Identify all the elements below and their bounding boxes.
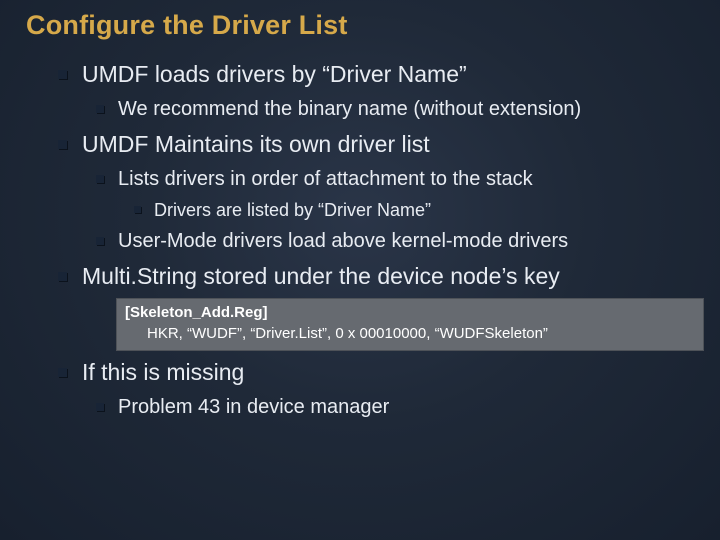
bullet-l1: UMDF loads drivers by “Driver Name” We r…: [24, 59, 696, 123]
bullet-text: We recommend the binary name (without ex…: [118, 98, 581, 120]
bullet-text: If this is missing: [82, 359, 244, 385]
bullet-l1: Multi.String stored under the device nod…: [24, 261, 696, 351]
bullet-l1: If this is missing Problem 43 in device …: [24, 357, 696, 421]
bullet-list: UMDF loads drivers by “Driver Name” We r…: [24, 59, 696, 421]
bullet-text: User-Mode drivers load above kernel-mode…: [118, 230, 568, 252]
bullet-text: Problem 43 in device manager: [118, 396, 389, 418]
code-line: [Skeleton_Add.Reg]: [125, 303, 695, 323]
bullet-l3: Drivers are listed by “Driver Name”: [118, 198, 696, 222]
bullet-l2: Problem 43 in device manager: [82, 394, 696, 421]
code-line: HKR, “WUDF”, “Driver.List”, 0 x 00010000…: [125, 324, 695, 344]
bullet-text: Multi.String stored under the device nod…: [82, 263, 560, 289]
bullet-l2: Lists drivers in order of attachment to …: [82, 166, 696, 222]
code-box: [Skeleton_Add.Reg] HKR, “WUDF”, “Driver.…: [116, 298, 704, 351]
slide-title: Configure the Driver List: [26, 10, 696, 41]
bullet-text: UMDF loads drivers by “Driver Name”: [82, 61, 467, 87]
bullet-text: UMDF Maintains its own driver list: [82, 131, 430, 157]
bullet-text: Drivers are listed by “Driver Name”: [154, 200, 431, 220]
slide: Configure the Driver List UMDF loads dri…: [0, 0, 720, 451]
bullet-l2: We recommend the binary name (without ex…: [82, 96, 696, 123]
bullet-l1: UMDF Maintains its own driver list Lists…: [24, 129, 696, 255]
bullet-text: Lists drivers in order of attachment to …: [118, 168, 533, 190]
bullet-l2: User-Mode drivers load above kernel-mode…: [82, 228, 696, 255]
